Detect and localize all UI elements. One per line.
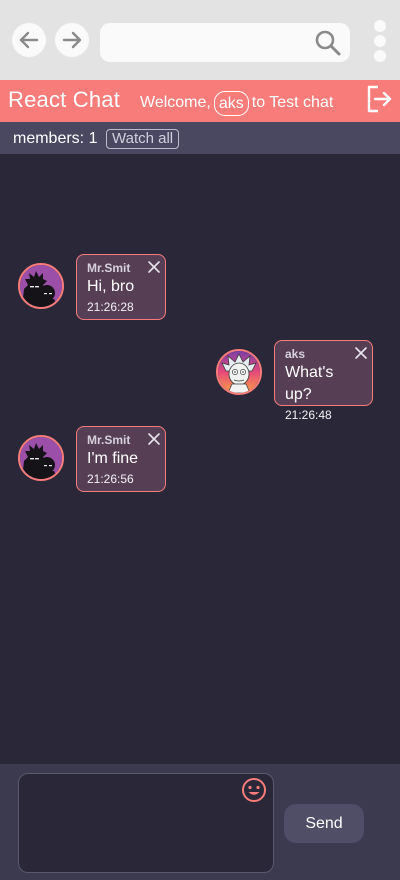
message-author: Mr.Smit <box>87 261 131 275</box>
messages-list[interactable]: Mr.Smit Hi, bro 21:26:28 aks What's up? … <box>0 154 400 764</box>
app-title: React Chat <box>8 87 121 112</box>
message-time: 21:26:48 <box>285 408 332 422</box>
message-time: 21:26:28 <box>87 300 134 314</box>
close-icon[interactable] <box>147 432 161 446</box>
dark-figures-avatar[interactable] <box>18 263 64 309</box>
message-text: Hi, bro <box>87 278 135 295</box>
message-bubble[interactable]: Mr.Smit I'm fine 21:26:56 <box>76 426 166 492</box>
username-badge: aks <box>213 91 249 116</box>
message-bubble[interactable]: Mr.Smit Hi, bro 21:26:28 <box>76 254 166 320</box>
members-bar: members: 1 Watch all <box>0 122 400 154</box>
message-text: I'm fine <box>87 450 139 467</box>
search-icon[interactable] <box>314 29 342 57</box>
close-icon[interactable] <box>147 260 161 274</box>
message-bubble[interactable]: aks What's up? 21:26:48 <box>274 340 373 422</box>
menu-dot <box>374 35 386 47</box>
message-composer: Send <box>0 764 400 880</box>
welcome-text: Welcome, aks to Test chat <box>140 91 333 116</box>
close-icon[interactable] <box>354 346 368 360</box>
browser-toolbar <box>0 0 400 80</box>
back-button[interactable] <box>12 23 46 57</box>
menu-dot <box>374 50 386 62</box>
send-button[interactable]: Send <box>284 804 364 843</box>
forward-button[interactable] <box>55 23 89 57</box>
message-text: What's up? <box>285 364 334 403</box>
app-header: React Chat Welcome, aks to Test chat <box>0 80 400 122</box>
menu-dots-icon[interactable] <box>372 20 388 62</box>
dark-figures-avatar[interactable] <box>18 435 64 481</box>
message-input[interactable] <box>18 773 274 873</box>
logout-icon[interactable] <box>365 84 393 114</box>
message-author: Mr.Smit <box>87 433 131 447</box>
emoji-icon[interactable] <box>241 777 267 803</box>
avatar-image <box>218 351 260 393</box>
avatar-image <box>20 437 62 479</box>
members-count: members: 1 <box>13 130 98 147</box>
welcome-suffix: to Test chat <box>251 94 334 111</box>
forward-arrow-icon <box>62 31 82 49</box>
message-time: 21:26:56 <box>87 472 134 486</box>
welcome-prefix: Welcome, <box>140 94 211 111</box>
address-bar[interactable] <box>100 23 350 62</box>
back-arrow-icon <box>19 31 39 49</box>
message-author: aks <box>285 347 306 361</box>
avatar-image <box>20 265 62 307</box>
watch-all-button[interactable]: Watch all <box>106 129 180 149</box>
menu-dot <box>374 20 386 32</box>
rick-avatar[interactable] <box>216 349 262 395</box>
